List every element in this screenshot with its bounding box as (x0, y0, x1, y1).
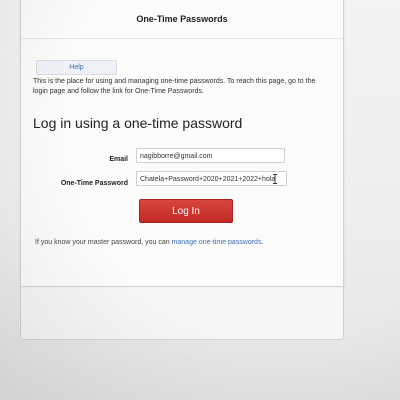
otp-card: One-Time Passwords Help This is the plac… (20, 0, 344, 291)
page-title: One-Time Passwords (136, 14, 228, 24)
login-heading: Log in using a one-time password (33, 115, 243, 131)
manage-otp-link[interactable]: manage one-time passwords (172, 239, 262, 246)
footer-text: If you know your master password, you ca… (35, 239, 263, 246)
email-label: Email (109, 156, 128, 163)
footer-suffix: . (261, 239, 264, 246)
secondary-card (20, 286, 344, 340)
help-button[interactable]: Help (36, 60, 117, 75)
footer-prefix: If you know your master password, you ca… (35, 239, 172, 246)
title-divider (21, 38, 343, 39)
email-field[interactable]: nagibborre@gmail.com (136, 148, 285, 163)
otp-field[interactable]: Chatela+Password+2020+2021+2022+hola (136, 171, 287, 186)
otp-label: One-Time Password (60, 180, 128, 187)
intro-text: This is the place for using and managing… (33, 78, 316, 95)
page: One-Time Passwords Help This is the plac… (0, 0, 400, 400)
i-beam-cursor-icon (273, 174, 277, 184)
login-button[interactable]: Log In (139, 199, 233, 223)
